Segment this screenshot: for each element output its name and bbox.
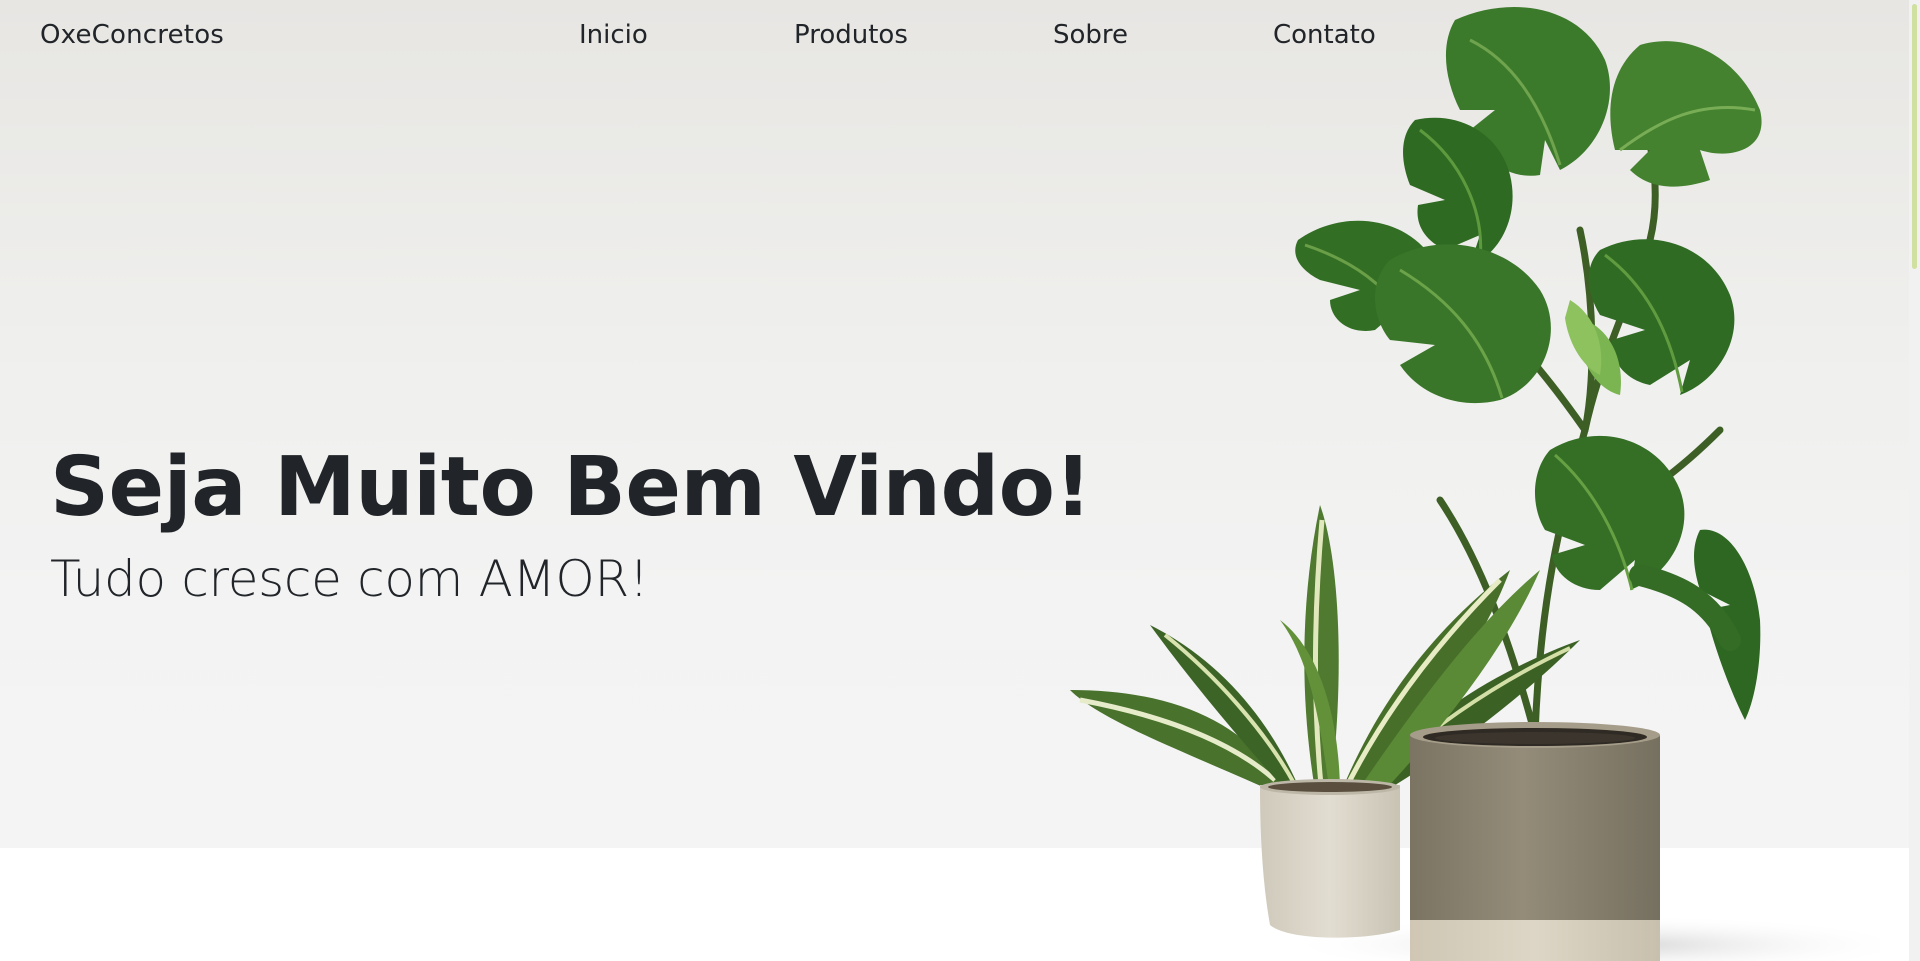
nav-item-produtos: Produtos — [794, 20, 908, 50]
hero-title: Seja Muito Bem Vindo! — [50, 440, 1092, 535]
monstera-leaves — [1295, 7, 1762, 720]
nav-link-inicio[interactable]: Inicio — [579, 20, 648, 50]
page-scrollbar[interactable] — [1909, 0, 1920, 961]
nav-link-contato[interactable]: Contato — [1273, 20, 1376, 50]
nav-item-contato: Contato — [1273, 20, 1376, 50]
page: OxeConcretos Inicio Produtos Sobre Conta… — [0, 0, 1920, 961]
nav-item-inicio: Inicio — [579, 20, 648, 50]
navbar: OxeConcretos Inicio Produtos Sobre Conta… — [0, 0, 1909, 74]
taupe-pot — [1410, 722, 1660, 961]
cream-pot — [1260, 779, 1400, 938]
nav-item-sobre: Sobre — [1053, 20, 1128, 50]
nav-link-sobre[interactable]: Sobre — [1053, 20, 1128, 50]
hero-subtitle: Tudo cresce com AMOR! — [50, 550, 649, 608]
scrollbar-thumb[interactable] — [1912, 4, 1917, 269]
plant-illustration — [1070, 7, 1880, 961]
brand-logo-link[interactable]: OxeConcretos — [40, 20, 224, 50]
nav-link-produtos[interactable]: Produtos — [794, 20, 908, 50]
